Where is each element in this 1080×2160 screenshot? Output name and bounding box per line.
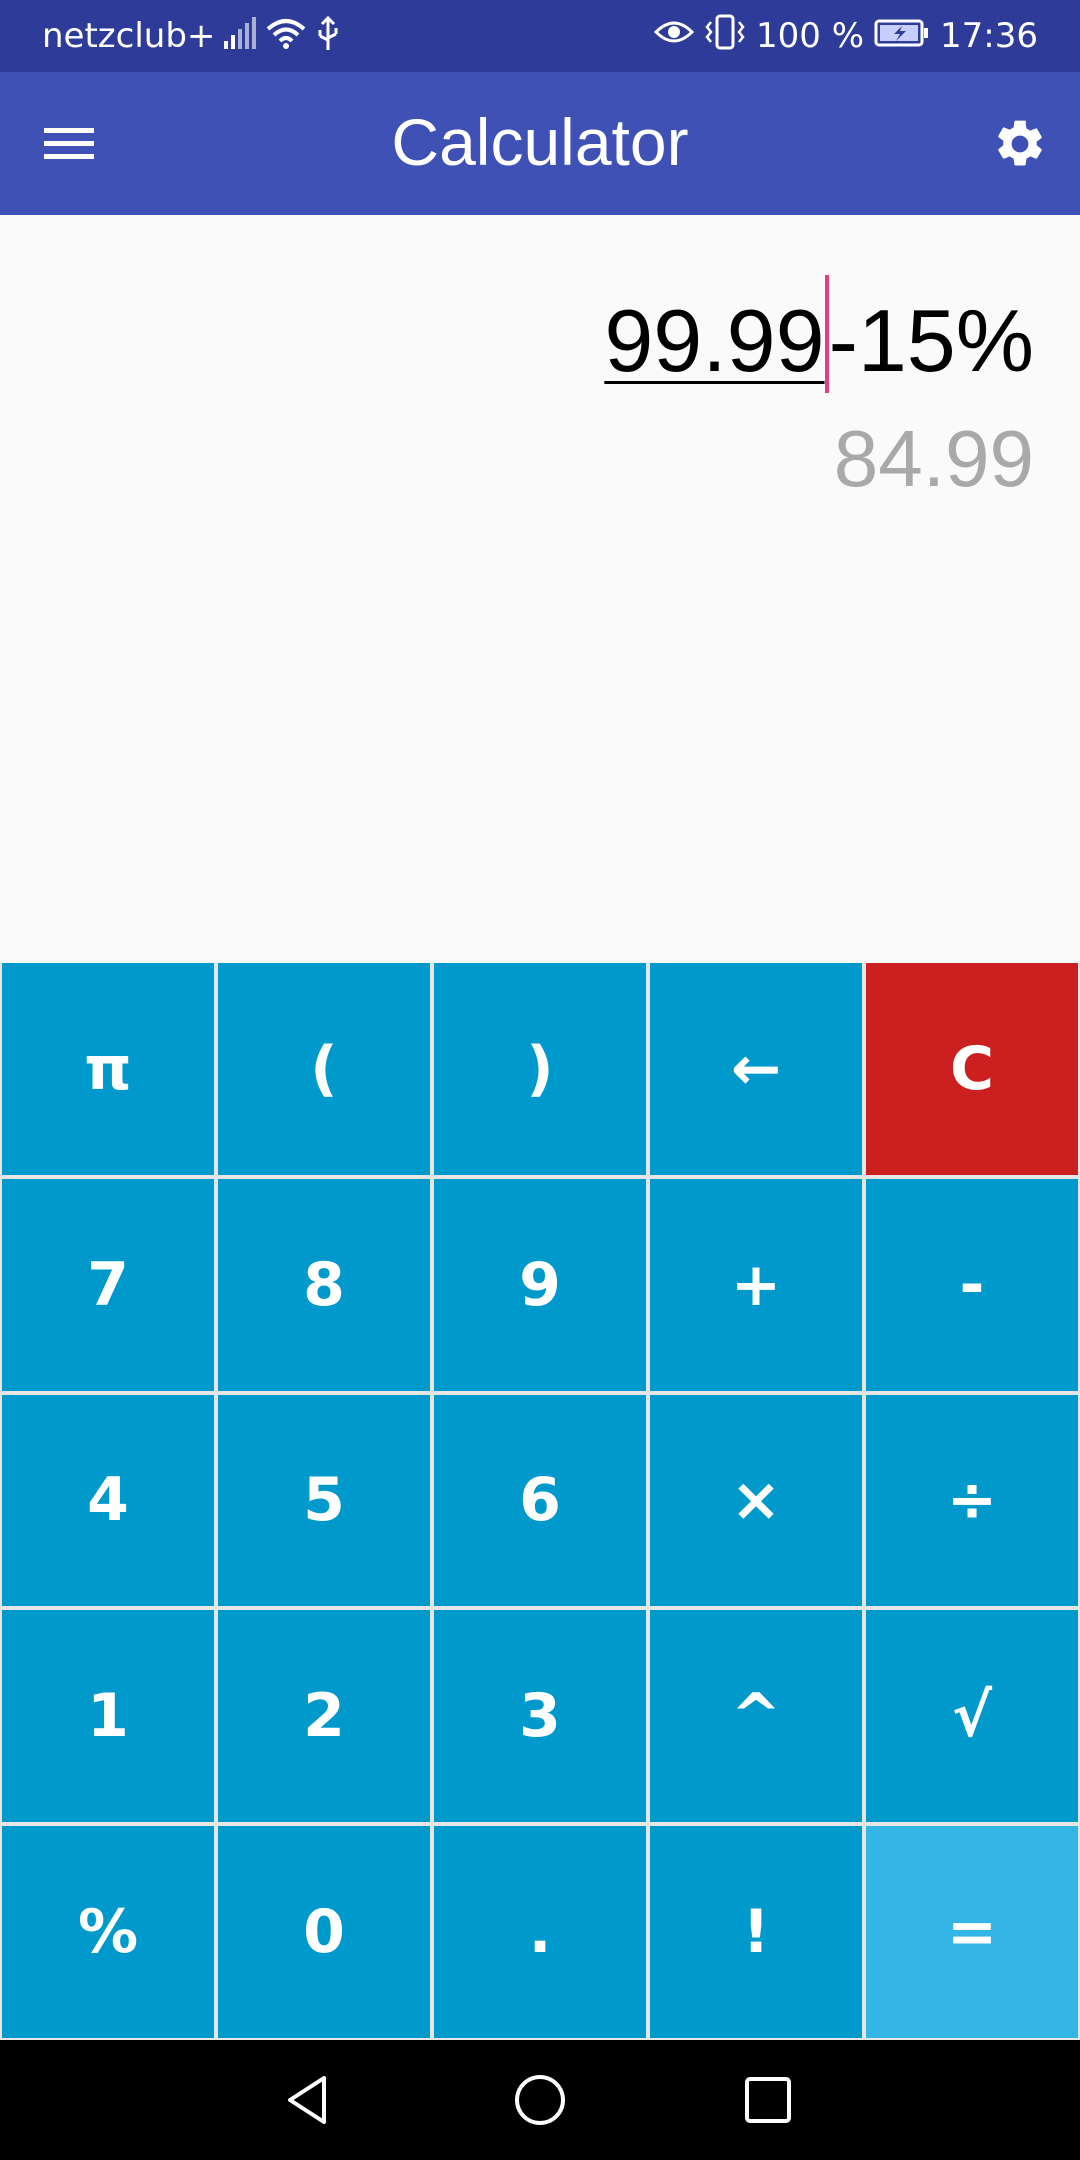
expression-number: 99.99 xyxy=(604,291,825,390)
key-divide[interactable]: ÷ xyxy=(866,1394,1078,1607)
key-close-paren[interactable]: ) xyxy=(434,963,646,1175)
key-minus[interactable]: - xyxy=(866,1178,1078,1391)
result-preview: 84.99 xyxy=(833,414,1034,503)
recents-icon xyxy=(745,2077,791,2123)
key-9[interactable]: 9 xyxy=(434,1178,646,1391)
key-3[interactable]: 3 xyxy=(434,1610,646,1823)
signal-icon xyxy=(222,17,256,55)
key-decimal[interactable]: . xyxy=(434,1826,646,2038)
key-backspace[interactable]: ← xyxy=(650,963,862,1175)
gear-icon xyxy=(998,120,1042,166)
key-8[interactable]: 8 xyxy=(218,1178,430,1391)
key-7[interactable]: 7 xyxy=(2,1178,214,1391)
display-area: 99.99-15% 84.99 xyxy=(0,215,1080,963)
carrier-name: netzclub+ xyxy=(42,16,216,56)
key-5[interactable]: 5 xyxy=(218,1394,430,1607)
key-sqrt[interactable]: √ xyxy=(866,1610,1078,1823)
app-bar: Calculator xyxy=(0,72,1080,215)
settings-button[interactable] xyxy=(984,108,1056,180)
back-button[interactable] xyxy=(270,2062,346,2138)
battery-charging-icon xyxy=(874,16,930,56)
page-title: Calculator xyxy=(391,105,689,179)
key-pi[interactable]: π xyxy=(2,963,214,1175)
key-4[interactable]: 4 xyxy=(2,1394,214,1607)
key-equals[interactable]: = xyxy=(866,1826,1078,2038)
key-open-paren[interactable]: ( xyxy=(218,963,430,1175)
expression-operator-part: -15% xyxy=(828,291,1034,390)
keypad: π ( ) ← C 7 8 9 + - 4 5 6 × ÷ 1 2 3 ^ √ … xyxy=(0,963,1080,2040)
status-bar: netzclub+ 100 % 17:36 xyxy=(0,0,1080,72)
key-2[interactable]: 2 xyxy=(218,1610,430,1823)
key-0[interactable]: 0 xyxy=(218,1826,430,2038)
battery-percent: 100 % xyxy=(756,16,865,56)
expression-input[interactable]: 99.99-15% xyxy=(604,275,1034,396)
recents-button[interactable] xyxy=(730,2062,806,2138)
wifi-icon xyxy=(266,17,306,55)
eye-icon xyxy=(653,16,695,56)
status-right-group: 100 % 17:36 xyxy=(653,14,1038,59)
key-1[interactable]: 1 xyxy=(2,1610,214,1823)
key-percent[interactable]: % xyxy=(2,1826,214,2038)
key-factorial[interactable]: ! xyxy=(650,1826,862,2038)
key-multiply[interactable]: × xyxy=(650,1394,862,1607)
status-left-icons xyxy=(222,14,340,58)
vibrate-icon xyxy=(704,14,746,59)
system-nav-bar xyxy=(0,2040,1080,2160)
key-clear[interactable]: C xyxy=(866,963,1078,1175)
key-6[interactable]: 6 xyxy=(434,1394,646,1607)
home-icon xyxy=(515,2075,565,2125)
key-plus[interactable]: + xyxy=(650,1178,862,1391)
clock: 17:36 xyxy=(940,16,1038,56)
usb-icon xyxy=(316,15,340,56)
home-button[interactable] xyxy=(502,2062,578,2138)
back-icon xyxy=(288,2076,326,2124)
key-power[interactable]: ^ xyxy=(650,1610,862,1823)
